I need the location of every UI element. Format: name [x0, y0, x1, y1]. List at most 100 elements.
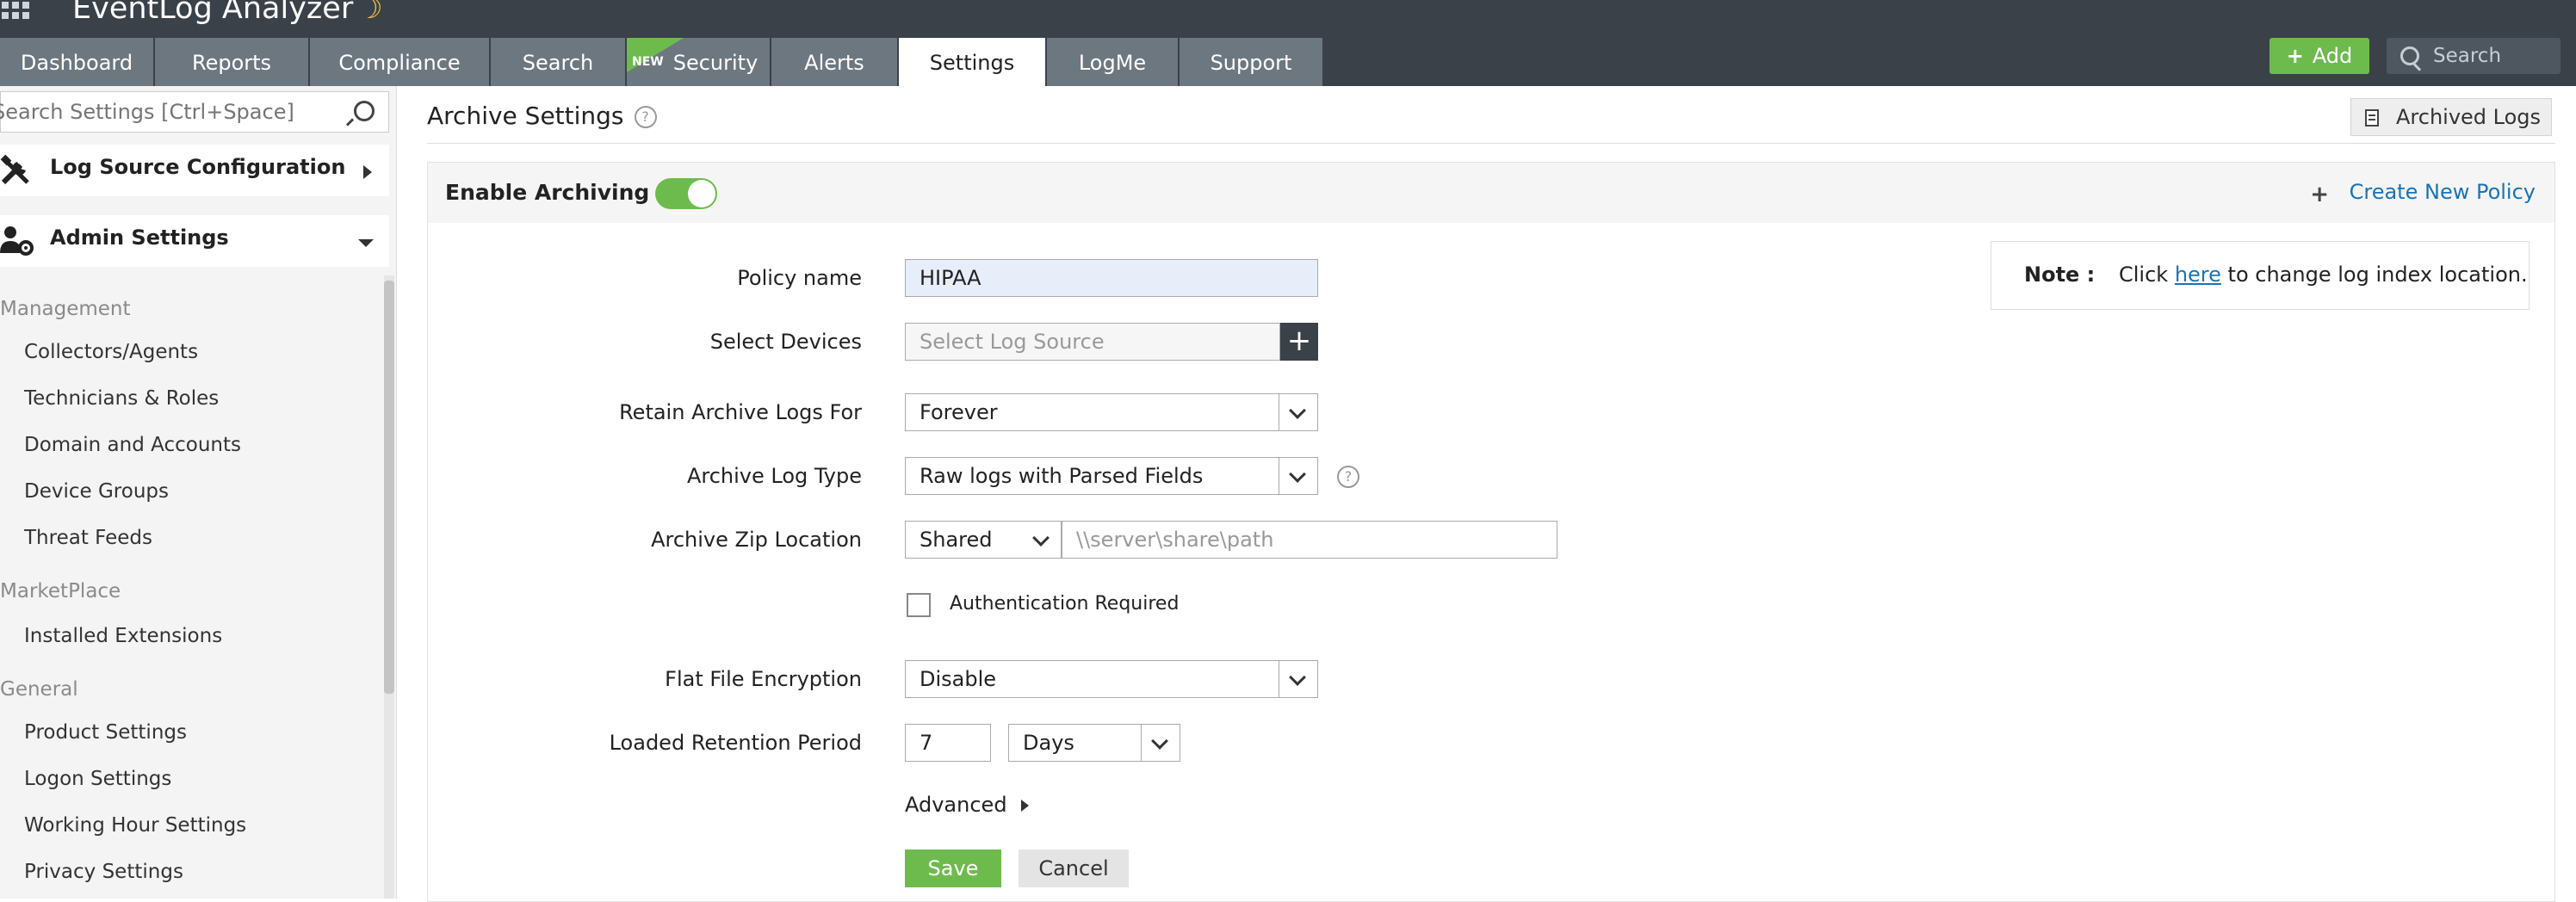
- app-grid-icon[interactable]: [0, 0, 34, 28]
- flat-file-encryption-value: Disable: [920, 667, 997, 691]
- note-text: Click here to change log index location.: [2119, 263, 2528, 287]
- chevron-down-icon: [1023, 522, 1061, 558]
- tab-label: Reports: [191, 51, 272, 75]
- tab-label: LogMe: [1078, 51, 1147, 75]
- advanced-label: Advanced: [905, 793, 1007, 817]
- settings-sidebar: Log Source Configuration Admin Settings …: [0, 86, 397, 899]
- tools-icon: [0, 154, 29, 185]
- sidebar-item-technicians-roles[interactable]: Technicians & Roles: [24, 387, 219, 410]
- sidebar-section-label: Log Source Configuration: [50, 155, 346, 179]
- app-title: EventLog Analyzer: [72, 0, 354, 26]
- change-index-location-link[interactable]: here: [2175, 263, 2221, 287]
- sidebar-item-product-settings[interactable]: Product Settings: [24, 721, 187, 744]
- global-search-input[interactable]: Search: [2387, 38, 2561, 74]
- zip-location-path-placeholder: \\server\share\path: [1076, 528, 1274, 552]
- page-title: Archive Settings?: [427, 102, 657, 130]
- create-new-policy-link[interactable]: Create New Policy: [2350, 180, 2536, 204]
- sidebar-item-threat-feeds[interactable]: Threat Feeds: [24, 527, 152, 549]
- tab-alerts[interactable]: Alerts: [771, 38, 899, 86]
- save-button[interactable]: Save: [905, 849, 1001, 887]
- global-search-placeholder: Search: [2433, 45, 2502, 67]
- tab-label: Compliance: [338, 51, 461, 75]
- policy-name-input[interactable]: HIPAA: [905, 259, 1318, 297]
- select-log-source-input[interactable]: Select Log Source: [905, 323, 1280, 361]
- document-icon: [2365, 109, 2379, 127]
- enable-archiving-toggle[interactable]: [655, 178, 717, 209]
- sidebar-group-marketplace: MarketPlace: [0, 580, 121, 602]
- advanced-toggle[interactable]: Advanced: [905, 793, 1029, 817]
- cancel-button[interactable]: Cancel: [1019, 849, 1129, 887]
- help-icon[interactable]: ?: [634, 106, 657, 128]
- search-icon[interactable]: [354, 101, 375, 121]
- help-icon[interactable]: ?: [1337, 466, 1359, 488]
- loaded-retention-value: 7: [920, 731, 933, 755]
- tab-label: Settings: [929, 51, 1015, 75]
- add-button[interactable]: + Add: [2269, 38, 2369, 74]
- zip-location-path-input[interactable]: \\server\share\path: [1062, 521, 1557, 559]
- zip-location-type-select[interactable]: Shared: [905, 521, 1062, 559]
- tab-label: Search: [522, 51, 594, 75]
- archived-logs-button[interactable]: Archived Logs: [2350, 98, 2552, 136]
- sidebar-section-admin-settings[interactable]: Admin Settings: [0, 215, 389, 267]
- sidebar-section-label: Admin Settings: [50, 226, 229, 250]
- zip-location-type-value: Shared: [920, 528, 993, 552]
- tab-search[interactable]: Search: [491, 38, 627, 86]
- chevron-down-icon: [358, 239, 374, 247]
- sidebar-item-domain-accounts[interactable]: Domain and Accounts: [24, 434, 241, 456]
- tab-label: Alerts: [804, 51, 864, 75]
- tab-settings[interactable]: Settings: [899, 38, 1047, 86]
- select-log-source-placeholder: Select Log Source: [920, 330, 1105, 354]
- tab-security[interactable]: NEW Security: [627, 38, 771, 86]
- policy-name-label: Policy name: [737, 266, 862, 290]
- sidebar-item-privacy-settings[interactable]: Privacy Settings: [24, 861, 183, 883]
- loaded-retention-unit-select[interactable]: Days: [1008, 724, 1180, 762]
- sidebar-item-installed-extensions[interactable]: Installed Extensions: [24, 625, 222, 647]
- page-title-text: Archive Settings: [427, 102, 624, 130]
- tab-dashboard[interactable]: Dashboard: [0, 38, 155, 86]
- loaded-retention-input[interactable]: 7: [905, 724, 991, 762]
- sidebar-item-collectors-agents[interactable]: Collectors/Agents: [24, 341, 198, 363]
- archive-log-type-select[interactable]: Raw logs with Parsed Fields: [905, 457, 1318, 495]
- loaded-retention-label: Loaded Retention Period: [609, 731, 862, 755]
- tab-reports[interactable]: Reports: [155, 38, 310, 86]
- plus-icon: +: [2286, 44, 2304, 68]
- loaded-retention-unit-value: Days: [1023, 731, 1074, 755]
- chevron-down-icon: [1279, 661, 1317, 697]
- tab-logme[interactable]: LogMe: [1047, 38, 1180, 86]
- retain-logs-select[interactable]: Forever: [905, 393, 1318, 431]
- sidebar-item-logon-settings[interactable]: Logon Settings: [24, 768, 171, 790]
- retain-logs-label: Retain Archive Logs For: [619, 400, 862, 424]
- tab-label: Security: [672, 51, 759, 75]
- chevron-down-icon: [1279, 458, 1317, 494]
- sidebar-item-working-hour-settings[interactable]: Working Hour Settings: [24, 814, 246, 837]
- archive-log-type-value: Raw logs with Parsed Fields: [920, 464, 1204, 488]
- auth-required-checkbox[interactable]: [907, 593, 931, 617]
- chevron-down-icon: [1279, 394, 1317, 430]
- new-badge: NEW: [632, 55, 664, 69]
- toggle-knob: [688, 180, 715, 207]
- note-suffix: to change log index location.: [2220, 263, 2528, 287]
- sidebar-search-box: [0, 91, 389, 133]
- sidebar-scrollbar-thumb[interactable]: [384, 281, 394, 694]
- sidebar-group-management: Management: [0, 298, 131, 320]
- tab-support[interactable]: Support: [1180, 38, 1324, 86]
- retain-logs-value: Forever: [920, 400, 998, 424]
- sidebar-search-input[interactable]: [0, 99, 338, 125]
- main-tabs: Dashboard Reports Compliance Search NEW …: [0, 38, 1324, 86]
- chevron-down-icon: [1141, 725, 1180, 761]
- sidebar-section-log-source-configuration[interactable]: Log Source Configuration: [0, 145, 389, 196]
- sidebar-group-general: General: [0, 678, 78, 701]
- app-logo: EventLog Analyzer ☽: [72, 0, 383, 26]
- main-content: Archive Settings? Archived Logs Enable A…: [396, 86, 2576, 902]
- policy-name-value: HIPAA: [920, 266, 981, 290]
- flat-file-encryption-label: Flat File Encryption: [665, 667, 862, 691]
- tab-compliance[interactable]: Compliance: [310, 38, 491, 86]
- add-button-label: Add: [2312, 44, 2353, 68]
- sidebar-item-device-groups[interactable]: Device Groups: [24, 480, 169, 503]
- flat-file-encryption-select[interactable]: Disable: [905, 660, 1318, 698]
- tab-label: Support: [1210, 51, 1292, 75]
- auth-required-label: Authentication Required: [950, 593, 1180, 615]
- add-device-button[interactable]: +: [1280, 323, 1318, 361]
- chevron-right-icon: [363, 165, 372, 179]
- archive-zip-location-label: Archive Zip Location: [651, 528, 862, 552]
